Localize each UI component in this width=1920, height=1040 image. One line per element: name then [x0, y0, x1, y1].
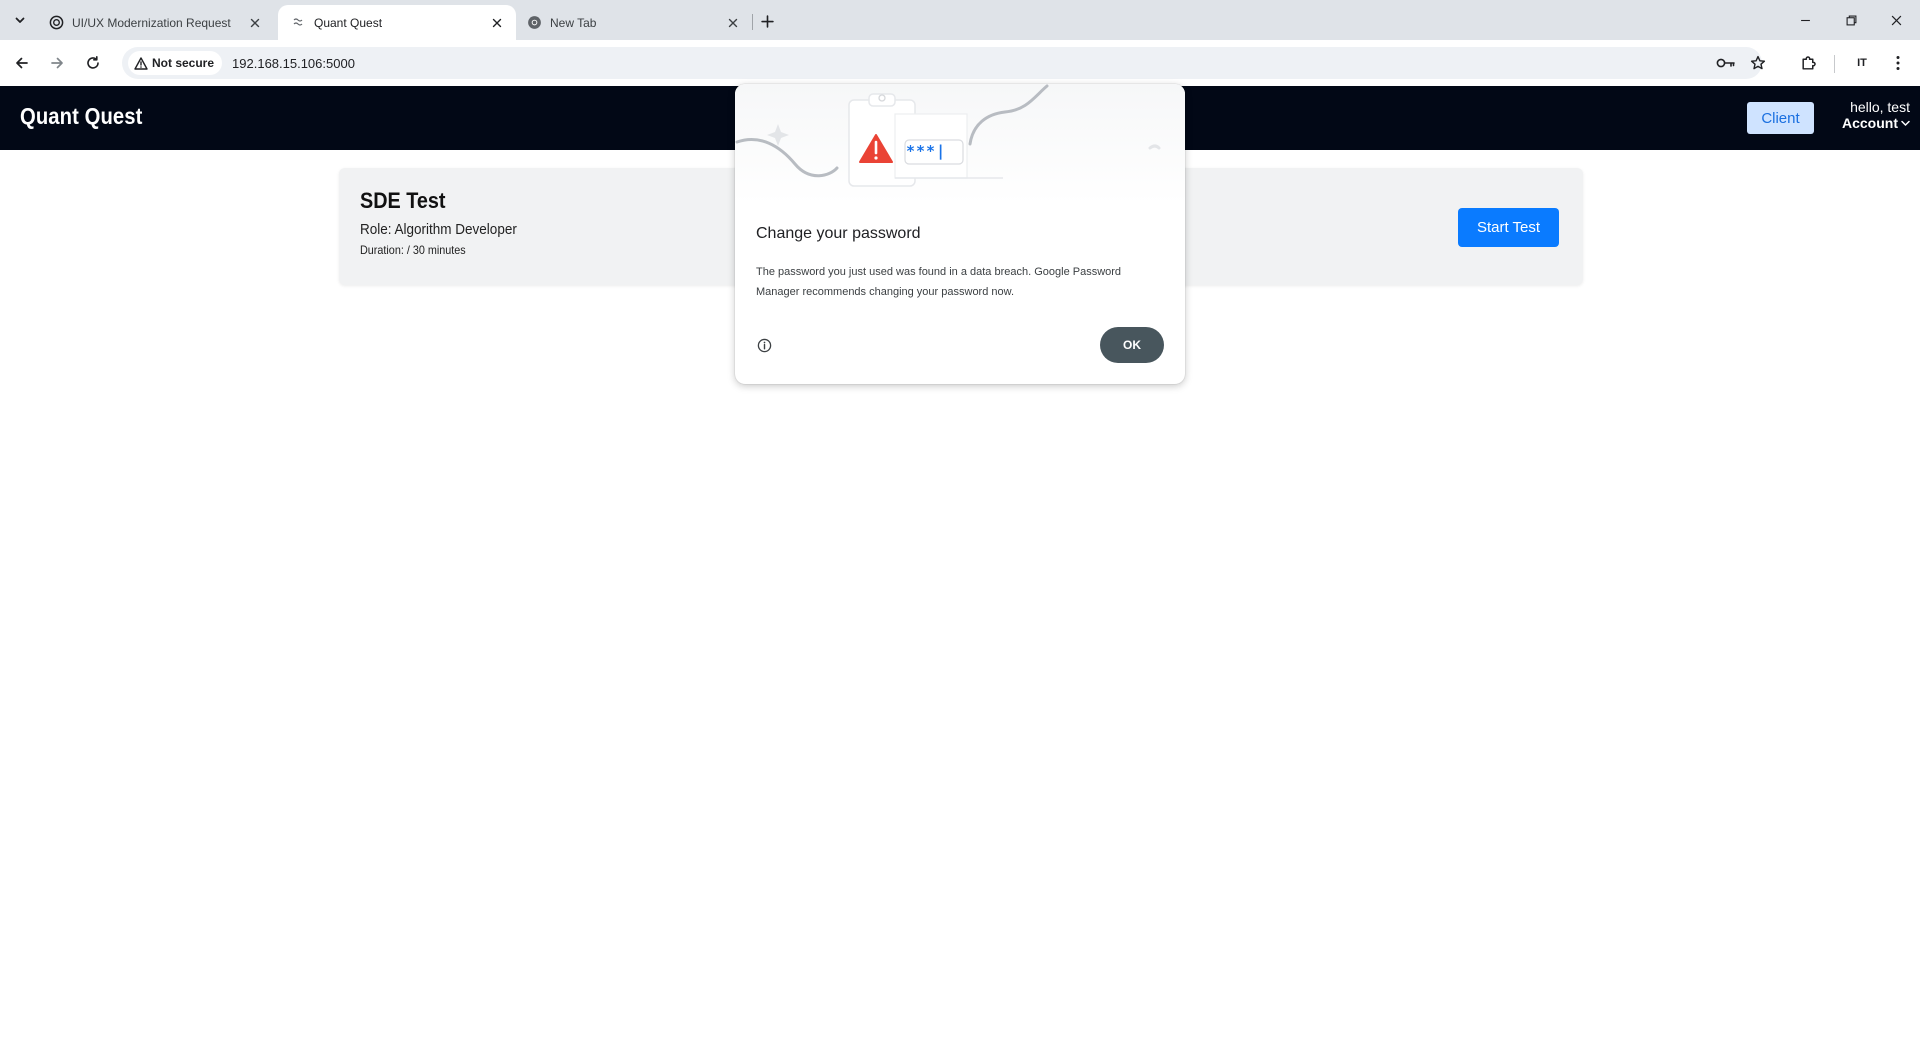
reload-icon	[87, 56, 99, 69]
new-tab-button[interactable]	[755, 9, 779, 33]
tab-quant-quest[interactable]: Quant Quest	[278, 5, 516, 40]
password-breach-dialog: ***| Change your password The password y…	[735, 84, 1185, 384]
toolbar-separator	[1834, 55, 1835, 73]
tab-strip: UI/UX Modernization Request Quant Quest …	[0, 0, 1920, 40]
openai-icon	[48, 15, 64, 31]
dialog-title: Change your password	[756, 225, 921, 242]
test-title: SDE Test	[360, 188, 446, 213]
dialog-body: The password you just used was found in …	[756, 266, 1122, 298]
masked-password-text: ***|	[906, 142, 947, 160]
ok-button[interactable]: OK	[1100, 327, 1164, 363]
warning-icon	[134, 56, 148, 70]
tab-title: UI/UX Modernization Request	[72, 15, 231, 30]
close-window-button[interactable]	[1878, 6, 1914, 34]
arrow-left-icon	[16, 57, 28, 69]
chevron-down-icon	[1901, 120, 1910, 126]
bookmark-button[interactable]	[1746, 51, 1770, 75]
test-duration: Duration: / 30 minutes	[360, 243, 466, 257]
restore-button[interactable]	[1833, 6, 1869, 34]
security-label: Not secure	[152, 56, 215, 70]
puzzle-icon	[1801, 55, 1816, 70]
profile-button[interactable]: IT	[1849, 51, 1875, 75]
test-role: Role: Algorithm Developer	[360, 221, 517, 238]
chrome-icon	[526, 15, 542, 31]
browser-toolbar: Not secure 192.168.15.106:5000 IT	[0, 40, 1920, 86]
restore-icon	[1846, 15, 1856, 25]
tab-title: Quant Quest	[314, 15, 383, 30]
client-button[interactable]: Client	[1747, 102, 1814, 134]
plus-icon	[760, 14, 774, 28]
reload-button[interactable]	[80, 50, 106, 76]
minimize-icon	[1800, 19, 1810, 21]
password-breach-illustration: ***|	[735, 84, 1185, 204]
start-test-button[interactable]: Start Test	[1458, 208, 1559, 247]
close-icon[interactable]	[246, 14, 264, 32]
chevron-down-icon	[15, 17, 25, 23]
tab-search-button[interactable]	[8, 8, 32, 32]
close-icon	[1891, 15, 1901, 25]
account-dropdown[interactable]: Account	[1842, 115, 1910, 131]
account-label: Account	[1842, 115, 1898, 131]
arrow-right-icon	[51, 57, 63, 69]
password-key-button[interactable]	[1714, 51, 1738, 75]
close-icon[interactable]	[488, 14, 506, 32]
minimize-button[interactable]	[1787, 6, 1823, 34]
star-icon	[1750, 55, 1766, 70]
address-bar[interactable]: Not secure 192.168.15.106:5000	[122, 47, 1766, 79]
extensions-button[interactable]	[1795, 50, 1821, 76]
forward-button[interactable]	[44, 50, 70, 76]
key-icon	[1716, 58, 1735, 68]
url-text[interactable]: 192.168.15.106:5000	[232, 56, 355, 71]
more-vert-icon	[1896, 56, 1900, 70]
user-menu: hello, test Account	[1830, 99, 1910, 133]
info-icon	[757, 338, 771, 352]
tab-new-tab[interactable]: New Tab	[514, 5, 752, 40]
tab-title: New Tab	[550, 15, 597, 30]
app-brand[interactable]: Quant Quest	[20, 103, 142, 130]
user-greeting: hello, test	[1850, 99, 1910, 115]
page-icon	[290, 15, 306, 31]
security-chip[interactable]: Not secure	[128, 51, 223, 75]
close-icon[interactable]	[724, 14, 742, 32]
menu-button[interactable]	[1885, 50, 1911, 76]
tab-separator	[752, 14, 753, 30]
back-button[interactable]	[9, 50, 35, 76]
info-button[interactable]	[755, 336, 773, 354]
tab-uiux-request[interactable]: UI/UX Modernization Request	[36, 5, 274, 40]
